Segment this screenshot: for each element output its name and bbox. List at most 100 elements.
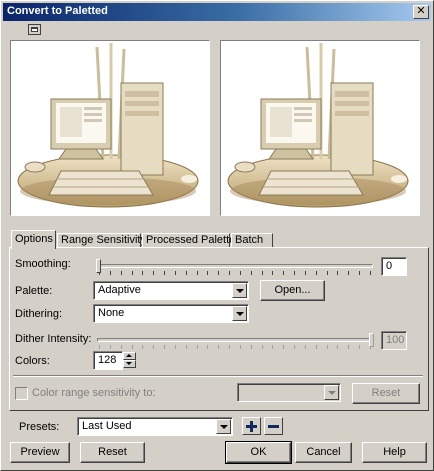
dithering-dropdown[interactable]: None [93,304,249,323]
slider-tick [153,271,154,275]
palette-dropdown-value: Adaptive [98,284,141,296]
slider-tick [348,271,349,275]
slider-tick [283,345,284,349]
tab-range-sensitivity-label: Range Sensitivity [61,234,146,246]
slider-tick [175,271,176,275]
slider-tick [327,345,328,349]
tab-processed-palette-label: Processed Palette [146,234,236,246]
dithering-label: Dithering: [15,308,63,320]
chevron-down-icon[interactable] [232,306,247,321]
color-range-reset-button[interactable]: Reset [352,383,420,404]
original-preview-pane[interactable] [10,40,210,216]
slider-tick [337,345,338,349]
slider-tick [327,271,328,275]
colors-spinner[interactable] [123,352,136,369]
add-preset-button[interactable] [242,417,261,435]
dithering-dropdown-value: None [98,307,125,319]
tab-range-sensitivity[interactable]: Range Sensitivity [57,233,146,248]
slider-tick [207,345,208,349]
slider-tick [142,345,143,349]
slider-tick [229,345,230,349]
dither-intensity-slider-thumb[interactable] [369,333,374,347]
reset-button[interactable]: Reset [80,442,145,463]
smoothing-value-field[interactable]: 0 [381,257,407,276]
slider-tick [262,345,263,349]
slider-tick [305,271,306,275]
slider-tick [283,271,284,275]
arrow-up-icon[interactable] [123,352,136,360]
palette-label: Palette: [15,285,53,297]
color-range-label: Color range sensitivity to: [32,387,156,399]
slider-tick [337,271,338,275]
title-bar[interactable]: Convert to Paletted ✕ [3,3,431,21]
remove-preset-button[interactable] [264,417,283,435]
slider-tick [251,271,252,275]
slider-tick [197,345,198,349]
chevron-down-icon[interactable] [232,283,247,298]
presets-dropdown-value: Last Used [82,420,132,432]
dither-intensity-value-field[interactable]: 100 [381,331,407,350]
palette-dropdown[interactable]: Adaptive [93,281,249,300]
slider-tick [272,271,273,275]
slider-tick [207,271,208,275]
presets-label: Presets: [19,421,60,433]
preview-button[interactable]: Preview [10,442,70,463]
smoothing-slider-track[interactable] [97,264,373,268]
slider-tick [229,271,230,275]
slider-tick [359,271,360,275]
slider-tick [99,345,100,349]
slider-tick [251,345,252,349]
processed-preview-pane[interactable] [220,40,420,216]
convert-to-paletted-dialog: Convert to Paletted ✕ Options Range Sens… [0,0,434,471]
arrow-down-icon[interactable] [123,360,136,368]
slider-tick [305,345,306,349]
original-preview-image [17,43,199,208]
tab-batch-label: Batch [235,234,264,246]
slider-tick [132,271,133,275]
processed-preview-image [227,43,409,208]
close-icon: ✕ [416,5,426,17]
slider-tick [197,271,198,275]
slider-tick [316,271,317,275]
chevron-down-icon[interactable] [324,385,339,400]
smoothing-slider-thumb[interactable] [96,259,101,273]
tab-processed-palette[interactable]: Processed Palette [142,233,235,248]
color-range-checkbox[interactable] [15,387,28,400]
slider-tick [132,345,133,349]
single-preview-icon[interactable] [28,24,41,35]
slider-tick [240,271,241,275]
help-button[interactable]: Help [362,442,427,463]
slider-tick [164,271,165,275]
slider-tick [153,345,154,349]
ok-button[interactable]: OK [225,441,292,464]
slider-tick [316,345,317,349]
colors-label: Colors: [15,355,50,367]
slider-tick [370,271,371,275]
dither-intensity-label: Dither Intensity: [15,333,92,345]
slider-tick [110,271,111,275]
slider-tick [110,345,111,349]
dither-intensity-slider-track[interactable] [97,338,373,342]
close-button[interactable]: ✕ [413,5,429,19]
slider-tick [186,271,187,275]
colors-value-field[interactable]: 128 [93,351,123,370]
window-title: Convert to Paletted [7,5,108,17]
open-palette-button[interactable]: Open... [260,280,325,301]
presets-dropdown[interactable]: Last Used [77,417,233,436]
slider-tick [294,271,295,275]
color-range-dropdown[interactable] [237,383,341,402]
slider-tick [142,271,143,275]
slider-tick [175,345,176,349]
slider-tick [121,345,122,349]
slider-tick [218,345,219,349]
slider-tick [186,345,187,349]
slider-tick [348,345,349,349]
chevron-down-icon[interactable] [216,419,231,434]
slider-tick [240,345,241,349]
tab-options[interactable]: Options [11,230,56,249]
slider-tick [272,345,273,349]
cancel-button[interactable]: Cancel [295,442,352,463]
tab-batch[interactable]: Batch [231,233,273,248]
slider-tick [262,271,263,275]
tab-options-label: Options [15,233,53,245]
